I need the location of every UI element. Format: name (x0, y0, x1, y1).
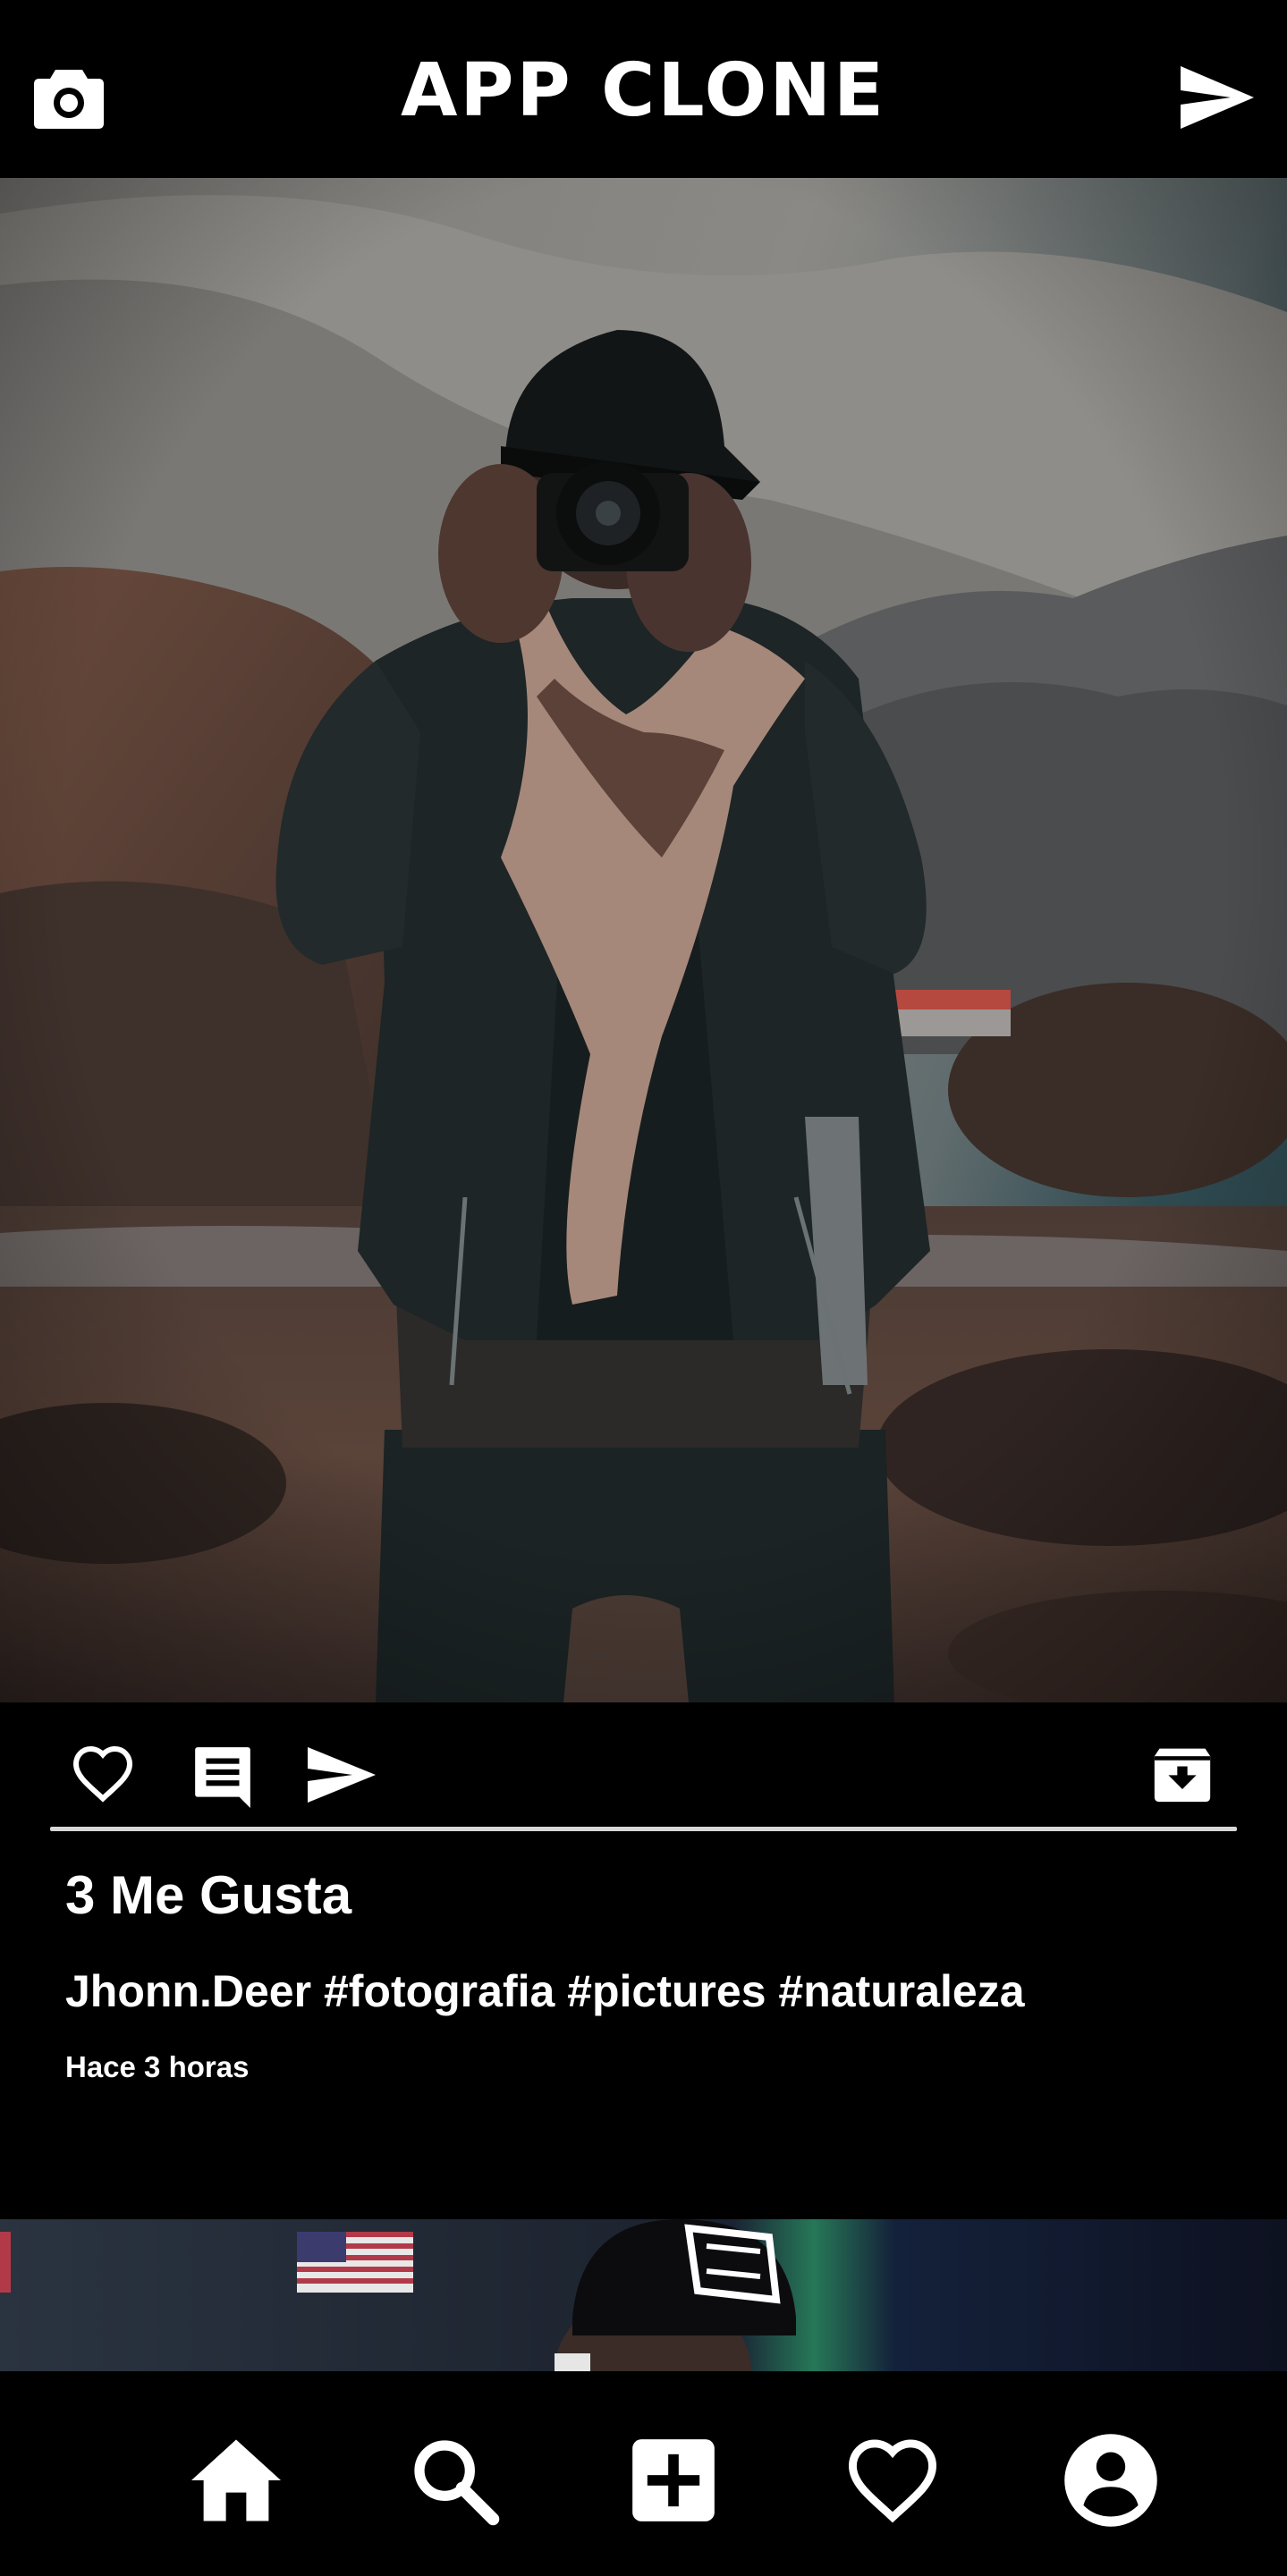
add-post-icon[interactable] (629, 2427, 736, 2534)
archive-save-icon[interactable] (1152, 1744, 1213, 1804)
profile-account-icon[interactable] (1063, 2427, 1170, 2534)
activity-heart-icon[interactable] (844, 2427, 952, 2534)
post-caption: Jhonn.Deer #fotografia #pictures #natura… (65, 1966, 1025, 2016)
comment-icon[interactable] (190, 1742, 256, 1808)
post-timestamp: Hace 3 horas (65, 2050, 250, 2083)
home-icon[interactable] (186, 2427, 293, 2534)
send-icon[interactable] (1181, 66, 1254, 129)
divider (50, 1827, 1237, 1831)
post-action-bar (0, 1702, 1287, 1828)
search-icon[interactable] (408, 2427, 515, 2534)
likes-count[interactable]: 3 Me Gusta (65, 1862, 351, 1930)
like-heart-icon[interactable] (70, 1744, 136, 1803)
app-title: APP CLONE (400, 48, 887, 133)
bottom-navigation (0, 2371, 1287, 2576)
top-app-bar: APP CLONE (0, 0, 1287, 178)
next-post-image[interactable] (0, 2219, 1287, 2371)
post-image[interactable] (0, 178, 1287, 1702)
share-send-icon[interactable] (308, 1747, 376, 1803)
